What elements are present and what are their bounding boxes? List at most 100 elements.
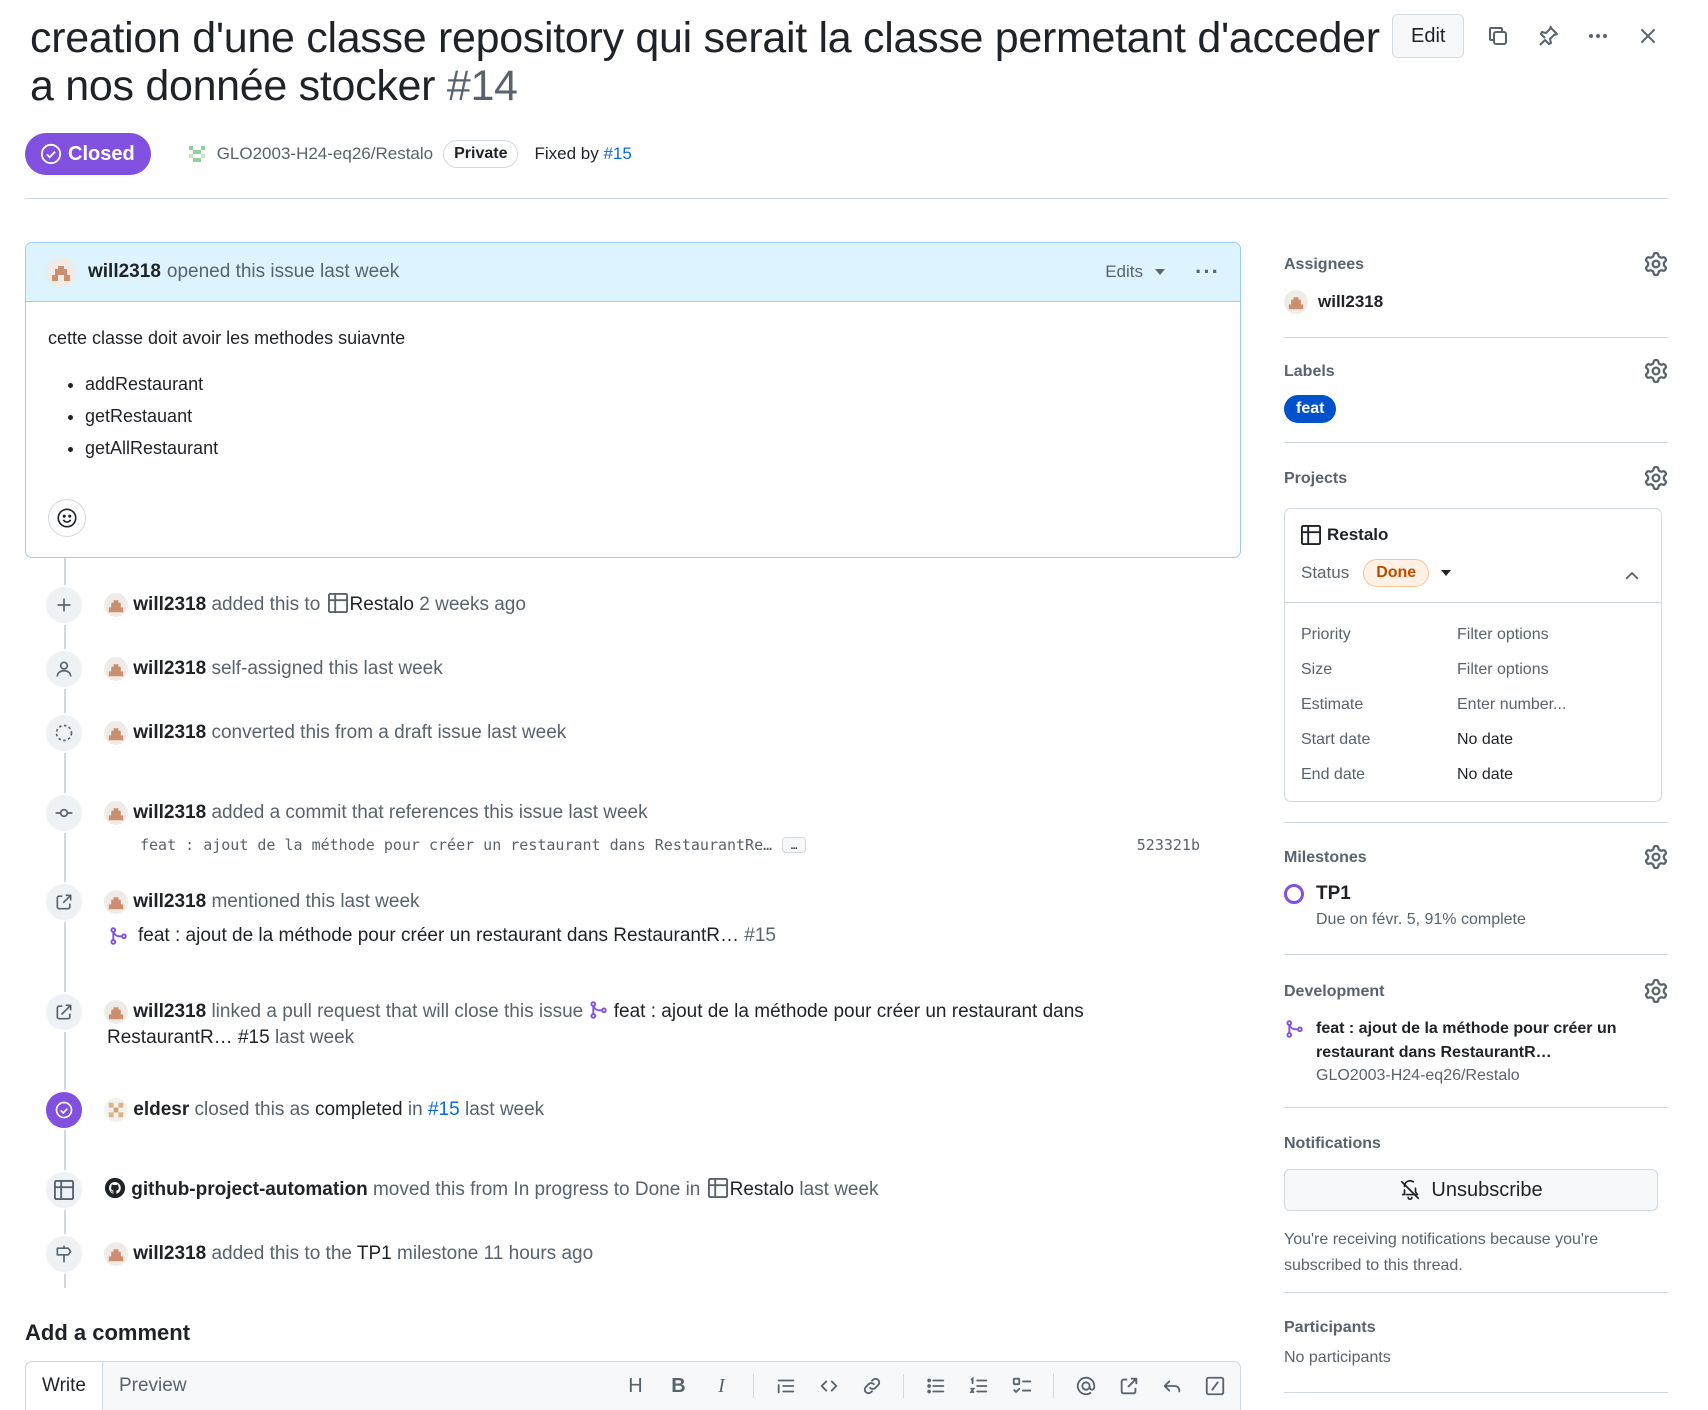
- projects-title: Projects: [1284, 470, 1348, 487]
- mention-icon[interactable]: [1074, 1375, 1097, 1398]
- triangle-down-icon[interactable]: [1441, 570, 1452, 576]
- timeline-event: will2318 self-assigned this last week: [44, 649, 443, 689]
- field-value[interactable]: No date: [1457, 766, 1513, 784]
- chevron-up-icon[interactable]: [1623, 567, 1641, 585]
- fixed-by-prefix: Fixed by: [534, 144, 599, 163]
- unsubscribe-button[interactable]: Unsubscribe: [1284, 1169, 1658, 1211]
- field-end-date[interactable]: End date No date: [1301, 757, 1645, 792]
- kebab-icon[interactable]: ···: [1195, 259, 1220, 285]
- edit-title-button[interactable]: Edit: [1392, 14, 1465, 58]
- user-link[interactable]: will2318: [133, 802, 206, 823]
- italic-button[interactable]: I: [710, 1375, 733, 1398]
- timeline-event: will2318 added this to the TP1 milestone…: [44, 1234, 593, 1274]
- repo-avatar: [186, 144, 207, 164]
- event-text: will2318 converted this from a draft iss…: [104, 713, 566, 746]
- kebab-icon[interactable]: [1582, 20, 1614, 52]
- tab-preview[interactable]: Preview: [103, 1362, 203, 1410]
- commit-row: feat : ajout de la méthode pour créer un…: [140, 836, 1200, 854]
- reply-icon[interactable]: [1160, 1375, 1183, 1398]
- linked-pr-title-2[interactable]: restaurant dans RestaurantR…: [1316, 1044, 1552, 1061]
- avatar[interactable]: [104, 889, 128, 914]
- pr-number[interactable]: #15: [238, 1027, 270, 1048]
- field-estimate[interactable]: Estimate Enter number...: [1301, 687, 1645, 722]
- avatar[interactable]: [104, 656, 128, 681]
- linked-pr-title-1[interactable]: feat : ajout de la méthode pour créer un: [1316, 1020, 1617, 1037]
- field-value[interactable]: Enter number...: [1457, 696, 1566, 714]
- fixed-by-link[interactable]: #15: [603, 144, 631, 163]
- close-icon[interactable]: [1632, 20, 1664, 52]
- tab-write[interactable]: Write: [26, 1362, 103, 1410]
- copy-icon[interactable]: [1482, 20, 1514, 52]
- field-size[interactable]: Size Filter options: [1301, 652, 1645, 687]
- bold-button[interactable]: B: [667, 1375, 690, 1398]
- linked-pr-row: feat : ajout de la méthode pour créer un…: [1284, 1017, 1668, 1085]
- gear-icon[interactable]: [1644, 359, 1668, 383]
- linked-pr-title[interactable]: feat : ajout de la méthode pour créer un…: [1316, 1017, 1617, 1065]
- git-pull-request-icon: [108, 926, 128, 946]
- field-priority[interactable]: Priority Filter options: [1301, 617, 1645, 652]
- field-value[interactable]: Filter options: [1457, 626, 1549, 644]
- milestone-link[interactable]: TP1: [357, 1243, 392, 1264]
- github-icon[interactable]: [104, 1177, 126, 1199]
- user-link[interactable]: eldesr: [133, 1099, 189, 1120]
- avatar[interactable]: [104, 1241, 128, 1266]
- pr-link[interactable]: feat : ajout de la méthode pour créer un…: [138, 925, 739, 946]
- user-link[interactable]: will2318: [133, 1243, 206, 1264]
- gear-icon[interactable]: [1644, 252, 1668, 276]
- code-icon[interactable]: [817, 1375, 840, 1398]
- avatar[interactable]: [46, 257, 76, 287]
- user-link[interactable]: will2318: [133, 891, 206, 912]
- author-link[interactable]: will2318: [88, 261, 161, 283]
- cross-reference-icon[interactable]: [1117, 1375, 1140, 1398]
- pin-icon[interactable]: [1532, 20, 1564, 52]
- avatar[interactable]: [104, 720, 128, 745]
- label-feat[interactable]: feat: [1284, 395, 1337, 423]
- task-list-icon[interactable]: [1010, 1375, 1033, 1398]
- avatar[interactable]: [104, 1097, 128, 1122]
- event-time: 11 hours ago: [483, 1243, 594, 1264]
- project-link[interactable]: Restalo: [350, 594, 414, 615]
- pr-ref-link[interactable]: #15: [428, 1099, 460, 1120]
- gear-icon[interactable]: [1644, 466, 1668, 490]
- slash-command-icon[interactable]: [1203, 1375, 1226, 1398]
- state-badge: Closed: [25, 133, 151, 175]
- user-link[interactable]: will2318: [133, 658, 206, 679]
- repo-link[interactable]: GLO2003-H24-eq26/Restalo: [217, 144, 433, 164]
- link-icon[interactable]: [860, 1375, 883, 1398]
- gear-icon[interactable]: [1644, 979, 1668, 1003]
- timeline-event: will2318 added this to Restalo 2 weeks a…: [44, 585, 526, 625]
- header-actions: Edit: [1392, 14, 1664, 58]
- user-link[interactable]: will2318: [133, 722, 206, 743]
- avatar[interactable]: [1284, 290, 1308, 314]
- expand-commit-button[interactable]: …: [782, 837, 807, 853]
- avatar[interactable]: [104, 999, 128, 1024]
- unordered-list-icon[interactable]: [924, 1375, 947, 1398]
- avatar[interactable]: [104, 592, 128, 617]
- heading-button[interactable]: H: [624, 1375, 647, 1398]
- commit-sha[interactable]: 523321b: [1137, 836, 1200, 854]
- avatar[interactable]: [104, 800, 128, 825]
- pr-link-continued[interactable]: RestaurantR…: [107, 1027, 233, 1048]
- commit-message[interactable]: feat : ajout de la méthode pour créer un…: [140, 836, 772, 854]
- pr-number[interactable]: #15: [744, 925, 776, 946]
- project-link[interactable]: Restalo: [1327, 525, 1388, 545]
- status-badge[interactable]: Done: [1363, 559, 1430, 587]
- assignee-link[interactable]: will2318: [1318, 292, 1383, 312]
- edits-dropdown[interactable]: Edits: [1105, 262, 1166, 282]
- pr-link[interactable]: feat : ajout de la méthode pour créer un…: [614, 1001, 1084, 1022]
- field-start-date[interactable]: Start date No date: [1301, 722, 1645, 757]
- milestone-link[interactable]: TP1: [1316, 883, 1351, 905]
- user-link[interactable]: will2318: [133, 1001, 206, 1022]
- field-value[interactable]: No date: [1457, 731, 1513, 749]
- event-time: last week: [799, 1179, 879, 1200]
- labels-title: Labels: [1284, 363, 1335, 380]
- gear-icon[interactable]: [1644, 845, 1668, 869]
- project-link[interactable]: Restalo: [730, 1179, 794, 1200]
- ordered-list-icon[interactable]: [967, 1375, 990, 1398]
- quote-icon[interactable]: [774, 1375, 797, 1398]
- field-value[interactable]: Filter options: [1457, 661, 1549, 679]
- user-link[interactable]: github-project-automation: [131, 1179, 367, 1200]
- add-reaction-button[interactable]: [48, 499, 86, 537]
- timeline-event: will2318 added a commit that references …: [44, 793, 648, 833]
- user-link[interactable]: will2318: [133, 594, 206, 615]
